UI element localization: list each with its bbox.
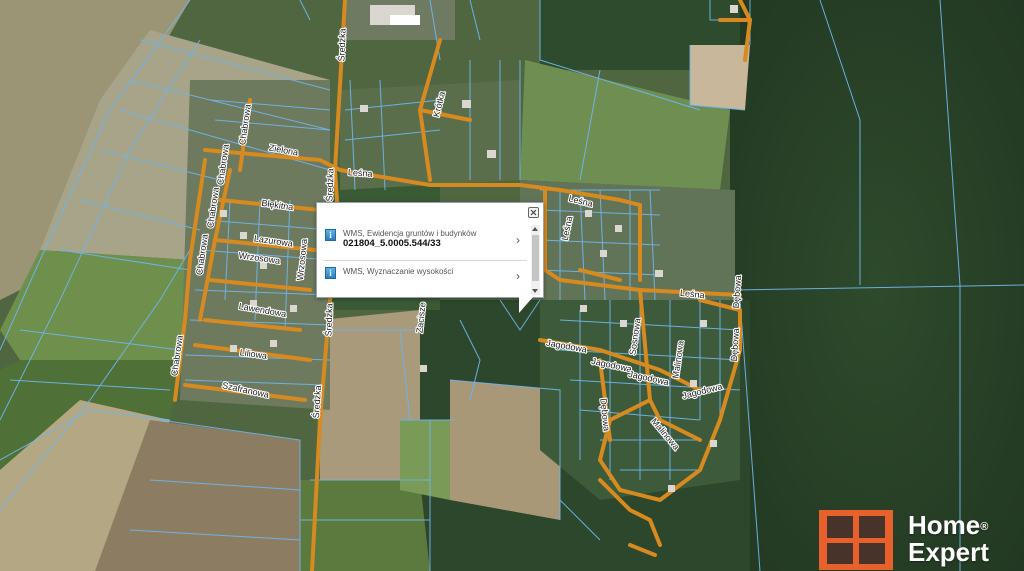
info-icon: i	[325, 229, 336, 241]
street-label-lesna: Leśna	[348, 167, 373, 179]
field-se-green	[400, 420, 450, 500]
field-s-green	[300, 480, 430, 571]
street-label-sredzka: Średzka	[323, 168, 335, 201]
house-logo-icon	[819, 510, 893, 570]
popup-scrollbar[interactable]	[531, 225, 540, 295]
chevron-right-icon[interactable]: ›	[516, 269, 520, 283]
scroll-down-icon[interactable]	[532, 289, 538, 293]
popup-item-wysokosci[interactable]: i WMS, Wyznaczanie wysokości ›	[323, 265, 523, 291]
popup-item-ewidencja[interactable]: i WMS, Ewidencja gruntów i budynków 0218…	[323, 227, 523, 253]
home-expert-logo: Home® Expert	[819, 510, 1019, 570]
layer-title: WMS, Wyznaczanie wysokości	[343, 267, 454, 276]
street-label-sredzka: Średzka	[322, 303, 334, 336]
field-ne-tan	[690, 45, 750, 110]
street-label-sredzka: Średzka	[310, 385, 323, 419]
logo-line-2: Expert	[908, 537, 989, 567]
popup-pointer	[519, 297, 533, 313]
parcel-id: 021804_5.0005.544/33	[343, 238, 441, 249]
info-icon: i	[325, 267, 336, 279]
scroll-up-icon[interactable]	[532, 227, 538, 231]
registered-mark: ®	[980, 521, 989, 533]
layer-title: WMS, Ewidencja gruntów i budynków	[343, 229, 477, 238]
popup-divider	[323, 260, 527, 261]
logo-wordmark: Home® Expert	[908, 512, 989, 566]
feature-info-popup: i WMS, Ewidencja gruntów i budynków 0218…	[316, 202, 544, 298]
close-icon	[530, 209, 537, 216]
settlement-east	[520, 180, 735, 300]
chevron-right-icon[interactable]: ›	[516, 233, 520, 247]
street-label-sredzka: Średzka	[335, 28, 347, 61]
logo-line-1: Home	[908, 510, 981, 540]
scroll-thumb[interactable]	[532, 235, 539, 281]
close-button[interactable]	[528, 207, 539, 218]
